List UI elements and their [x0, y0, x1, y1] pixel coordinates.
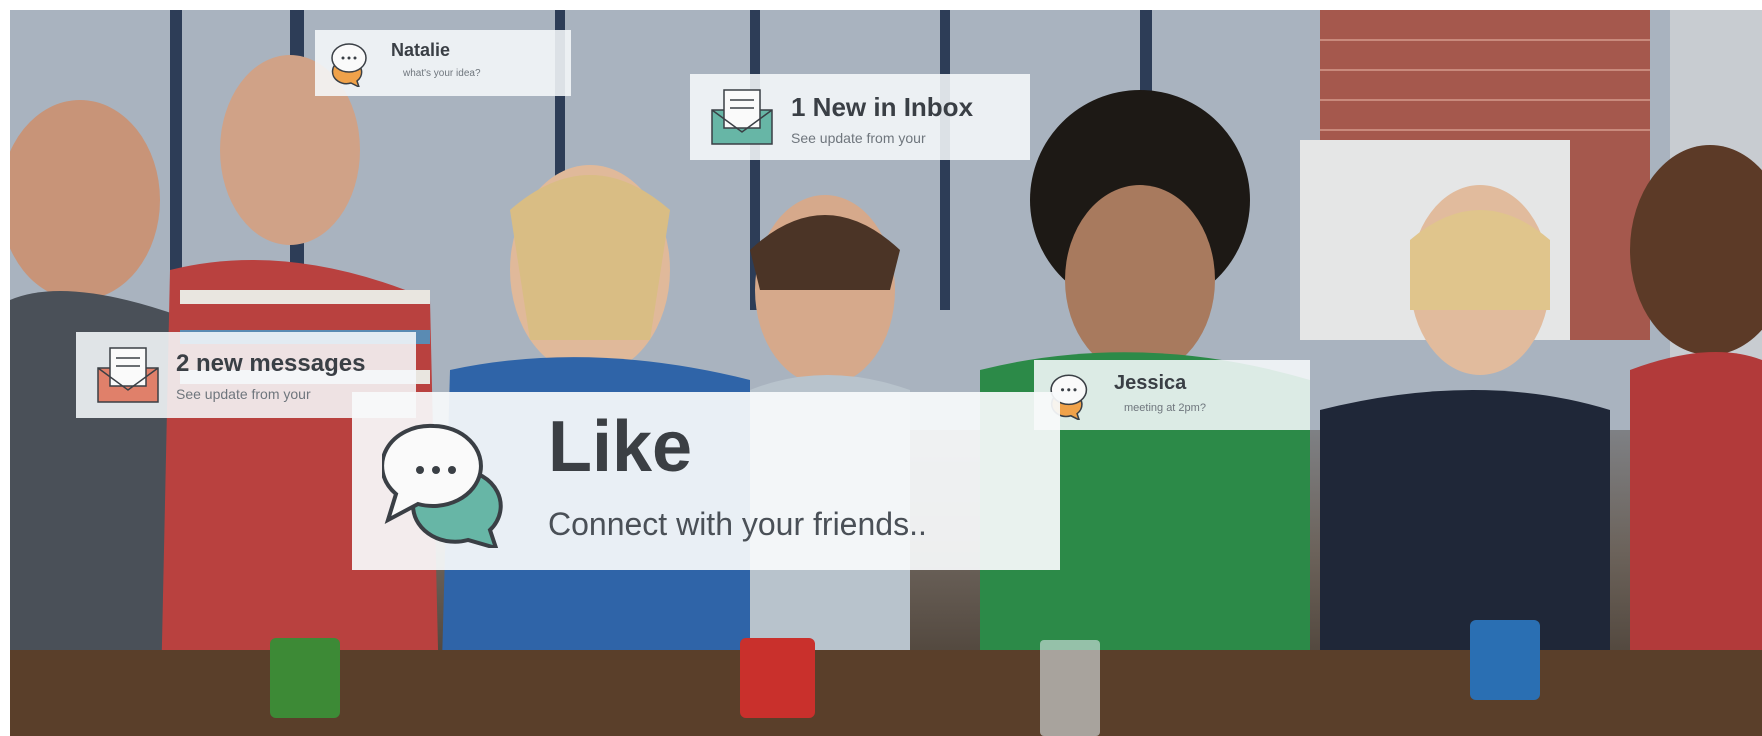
notification-jessica: Jessica meeting at 2pm?	[1034, 360, 1310, 430]
natalie-message: what's your idea?	[403, 68, 481, 79]
messages-subtitle: See update from your	[176, 386, 311, 402]
like-title: Like	[548, 407, 693, 487]
chat-bubbles-icon	[331, 43, 367, 87]
messages-title: 2 new messages	[176, 350, 366, 377]
inbox-subtitle: See update from your	[791, 130, 926, 146]
main-like-card: Like Connect with your friends..	[352, 392, 1060, 570]
inbox-title: 1 New in Inbox	[791, 92, 974, 122]
notification-natalie: Natalie what's your idea?	[315, 30, 571, 96]
chat-bubbles-icon	[382, 423, 503, 548]
envelope-icon	[97, 347, 159, 403]
jessica-name: Jessica	[1114, 372, 1187, 394]
envelope-icon	[711, 89, 773, 145]
natalie-name: Natalie	[391, 40, 451, 60]
like-tagline: Connect with your friends..	[548, 506, 927, 542]
notification-inbox: 1 New in Inbox See update from your	[690, 74, 1030, 160]
stock-photo: Natalie what's your idea? 1 New in Inbox…	[10, 10, 1762, 736]
jessica-message: meeting at 2pm?	[1124, 402, 1206, 414]
